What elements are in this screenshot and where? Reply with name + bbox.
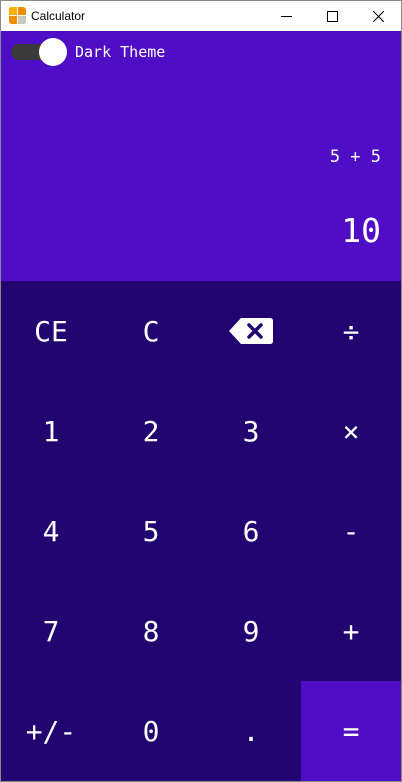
equals-button[interactable]: =: [301, 681, 401, 781]
digit-9-button[interactable]: 9: [201, 581, 301, 681]
minimize-icon: [281, 16, 292, 17]
minimize-button[interactable]: [263, 1, 309, 31]
digit-3-button[interactable]: 3: [201, 381, 301, 481]
title-bar: Calculator: [1, 1, 401, 31]
digit-7-button[interactable]: 7: [1, 581, 101, 681]
digit-8-button[interactable]: 8: [101, 581, 201, 681]
result-display: 10: [341, 211, 381, 250]
window-title: Calculator: [31, 9, 86, 23]
plus-button[interactable]: +: [301, 581, 401, 681]
maximize-button[interactable]: [309, 1, 355, 31]
divide-button[interactable]: ÷: [301, 281, 401, 381]
digit-6-button[interactable]: 6: [201, 481, 301, 581]
toggle-thumb[interactable]: [39, 38, 67, 66]
digit-0-button[interactable]: 0: [101, 681, 201, 781]
display-panel: Dark Theme 5 + 5 10: [1, 31, 401, 281]
expression-display: 5 + 5: [329, 147, 381, 167]
negate-button[interactable]: +/-: [1, 681, 101, 781]
close-icon: [373, 11, 384, 22]
digit-4-button[interactable]: 4: [1, 481, 101, 581]
dark-theme-toggle[interactable]: [11, 37, 67, 67]
dark-theme-label: Dark Theme: [75, 43, 166, 61]
digit-5-button[interactable]: 5: [101, 481, 201, 581]
calculator-app-icon: [9, 7, 26, 24]
clear-button[interactable]: C: [101, 281, 201, 381]
maximize-icon: [327, 11, 338, 22]
digit-1-button[interactable]: 1: [1, 381, 101, 481]
decimal-button[interactable]: .: [201, 681, 301, 781]
multiply-button[interactable]: ×: [301, 381, 401, 481]
close-button[interactable]: [355, 1, 401, 31]
minus-button[interactable]: -: [301, 481, 401, 581]
backspace-button[interactable]: [201, 281, 301, 381]
keypad: CE C ÷ 1 2 3 × 4 5 6 - 7 8 9 + +/- 0 . =: [1, 281, 401, 781]
calculator-window: Calculator Dark Theme 5 + 5 10 CE C ÷ 1 …: [0, 0, 402, 782]
backspace-icon: [229, 318, 273, 344]
clear-entry-button[interactable]: CE: [1, 281, 101, 381]
digit-2-button[interactable]: 2: [101, 381, 201, 481]
